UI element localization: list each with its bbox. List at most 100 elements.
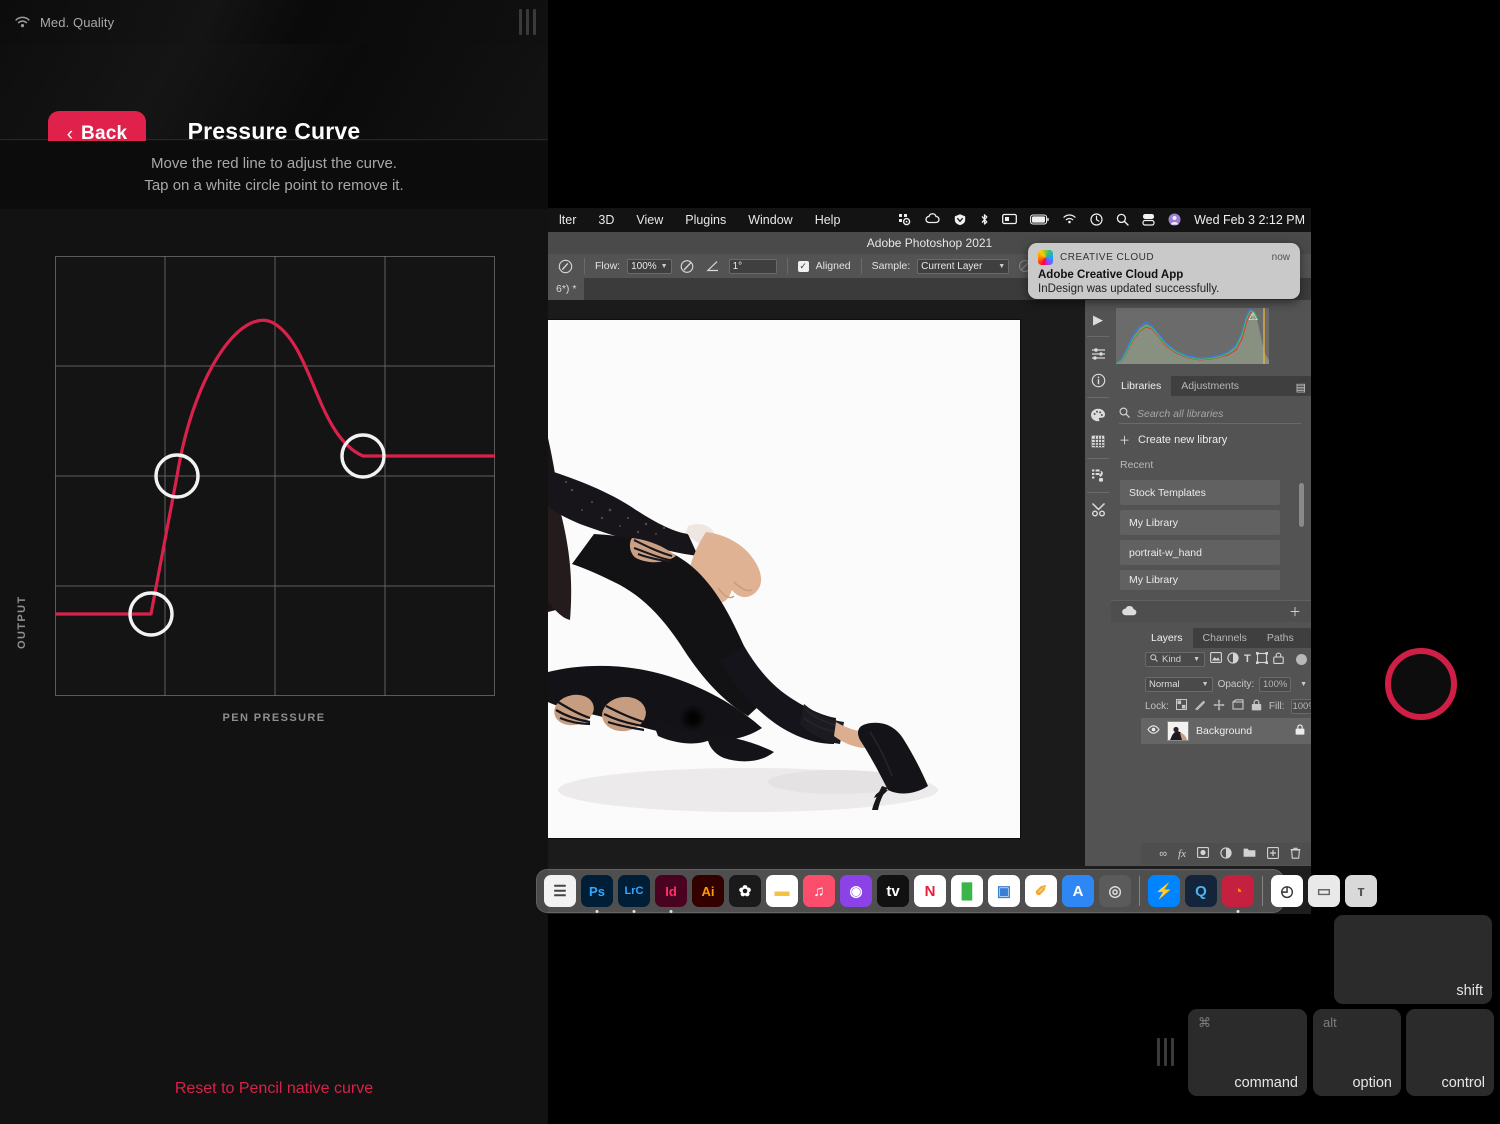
link-icon[interactable]: ∞	[1159, 848, 1167, 860]
flow-value-field[interactable]: 100% ▼	[627, 258, 672, 274]
curve-graph[interactable]: OUTPUT PEN PRESSURE	[0, 209, 548, 769]
list-item[interactable]: My Library	[1120, 570, 1280, 590]
lock-artboard-icon[interactable]	[1232, 699, 1244, 713]
menu-filter[interactable]: lter	[548, 213, 587, 227]
downloads-icon[interactable]: ▭	[1308, 875, 1340, 907]
shift-key[interactable]: shift	[1334, 915, 1492, 1004]
wifi-icon[interactable]	[1062, 213, 1077, 227]
settings-icon[interactable]: ◎	[1099, 875, 1131, 907]
panel-drag-handle[interactable]	[519, 9, 536, 35]
menubar-clock[interactable]: Wed Feb 3 2:12 PM	[1194, 213, 1305, 227]
lock-image-icon[interactable]	[1194, 699, 1206, 714]
menu-3d[interactable]: 3D	[587, 213, 625, 227]
photoshop-canvas-area[interactable]	[548, 300, 1085, 866]
type-filter-icon[interactable]: T	[1244, 653, 1251, 665]
reset-curve-button[interactable]: Reset to Pencil native curve	[0, 1080, 548, 1098]
macos-dock[interactable]: ☰ Ps LrC Id Ai ✿ ▬ ♫ ◉ tv N █ ▣ ✐ A ◎ ⚡ Q ◔ ◴ ▭ ᴛ	[536, 869, 1377, 913]
control-center-icon[interactable]	[1142, 213, 1155, 228]
mask-icon[interactable]	[1197, 847, 1209, 861]
preview-icon[interactable]: ◴	[1271, 875, 1303, 907]
photoshop-mirror-window[interactable]: lter 3D View Plugins Window Help Wed Feb…	[548, 208, 1311, 914]
photos-icon[interactable]: ✿	[729, 875, 761, 907]
chevron-down-icon[interactable]: ▼	[1300, 681, 1307, 688]
display-icon[interactable]	[1002, 213, 1018, 227]
table-row[interactable]: Background	[1141, 718, 1311, 744]
group-icon[interactable]	[1243, 847, 1256, 861]
play-icon[interactable]: ▶	[1085, 306, 1111, 333]
palette-icon[interactable]	[1085, 401, 1111, 428]
lock-transparent-icon[interactable]	[1175, 699, 1187, 713]
indesign-icon[interactable]: Id	[655, 875, 687, 913]
notes-icon[interactable]: ▬	[766, 875, 798, 907]
shape-filter-icon[interactable]	[1255, 651, 1268, 667]
podcasts-icon[interactable]: ◉	[840, 875, 872, 907]
lightroom-classic-icon[interactable]: LrC	[618, 875, 650, 913]
smartobject-filter-icon[interactable]	[1272, 652, 1284, 667]
tools-icon[interactable]	[1085, 496, 1111, 523]
fill-value[interactable]: 100%	[1291, 698, 1311, 714]
delete-icon[interactable]	[1290, 847, 1301, 862]
creative-cloud-notification[interactable]: CREATIVE CLOUD now Adobe Creative Cloud …	[1028, 243, 1300, 299]
lock-icon[interactable]	[1295, 724, 1305, 738]
appletv-icon[interactable]: tv	[877, 875, 909, 907]
angle-icon[interactable]	[704, 257, 722, 275]
list-item[interactable]: My Library	[1120, 510, 1280, 535]
adjustment-icon[interactable]	[1220, 846, 1232, 862]
finder-icon[interactable]: ☰	[544, 875, 576, 907]
menu-plugins[interactable]: Plugins	[674, 213, 737, 227]
sliders-icon[interactable]	[1085, 340, 1111, 367]
battery-icon[interactable]	[1030, 213, 1049, 227]
new-layer-icon[interactable]	[1267, 846, 1279, 862]
quicktime-icon[interactable]: Q	[1185, 875, 1217, 907]
image-filter-icon[interactable]	[1210, 652, 1222, 666]
fx-icon[interactable]: fx	[1178, 848, 1186, 860]
brush-preset-icon[interactable]	[556, 257, 574, 275]
lock-all-icon[interactable]	[1251, 699, 1262, 714]
keyboard-drag-handle[interactable]	[1157, 1038, 1174, 1066]
airbrush-icon[interactable]	[679, 257, 697, 275]
pages-icon[interactable]: ✐	[1025, 875, 1057, 907]
history-brush-icon[interactable]	[1085, 462, 1111, 489]
document-image[interactable]	[548, 320, 1020, 838]
add-icon[interactable]: ＋	[1289, 603, 1301, 620]
trash-icon[interactable]: ᴛ	[1345, 875, 1377, 907]
histogram-warning-icon[interactable]: ⚠	[1248, 312, 1261, 324]
search-icon[interactable]	[1116, 213, 1129, 228]
document-tab[interactable]: 6*) *	[548, 278, 585, 300]
airdrop-icon[interactable]	[898, 213, 912, 228]
photoshop-icon[interactable]: Ps	[581, 875, 613, 913]
messenger-icon[interactable]: ⚡	[1148, 875, 1180, 907]
keynote-icon[interactable]: ▣	[988, 875, 1020, 907]
library-search-input[interactable]: Search all libraries	[1137, 408, 1223, 420]
firefox-icon[interactable]: ◔	[1222, 875, 1254, 913]
curve-plot[interactable]	[55, 256, 495, 696]
create-new-library-button[interactable]: ＋ Create new library	[1119, 432, 1227, 448]
record-button[interactable]	[1385, 648, 1457, 720]
eye-icon[interactable]	[1147, 725, 1160, 737]
library-search-row[interactable]: Search all libraries	[1119, 404, 1301, 424]
tab-paths[interactable]: Paths	[1257, 628, 1304, 648]
illustrator-icon[interactable]: Ai	[692, 875, 724, 907]
appstore-icon[interactable]: A	[1062, 875, 1094, 907]
blend-mode-select[interactable]: Normal ▼	[1145, 676, 1213, 692]
list-item[interactable]: Stock Templates	[1120, 480, 1280, 505]
lock-position-icon[interactable]	[1213, 699, 1225, 714]
music-icon[interactable]: ♫	[803, 875, 835, 907]
cloud-icon[interactable]	[1121, 605, 1138, 619]
menu-help[interactable]: Help	[804, 213, 852, 227]
user-avatar-icon[interactable]	[1168, 213, 1181, 228]
grid-icon[interactable]	[1085, 428, 1111, 455]
tab-adjustments[interactable]: Adjustments	[1171, 376, 1249, 396]
control-key[interactable]: control	[1406, 1009, 1494, 1096]
numbers-icon[interactable]: █	[951, 875, 983, 907]
tab-layers[interactable]: Layers	[1141, 628, 1193, 648]
option-key[interactable]: alt option	[1313, 1009, 1401, 1096]
timemachine-icon[interactable]	[1090, 212, 1103, 228]
filter-toggle-icon[interactable]	[1296, 653, 1307, 665]
angle-value-field[interactable]: 1°	[728, 258, 777, 274]
menu-view[interactable]: View	[625, 213, 674, 227]
malwarebytes-icon[interactable]	[953, 213, 967, 228]
bluetooth-icon[interactable]	[980, 213, 989, 228]
sample-select[interactable]: Current Layer ▼	[917, 258, 1010, 274]
menu-window[interactable]: Window	[737, 213, 803, 227]
